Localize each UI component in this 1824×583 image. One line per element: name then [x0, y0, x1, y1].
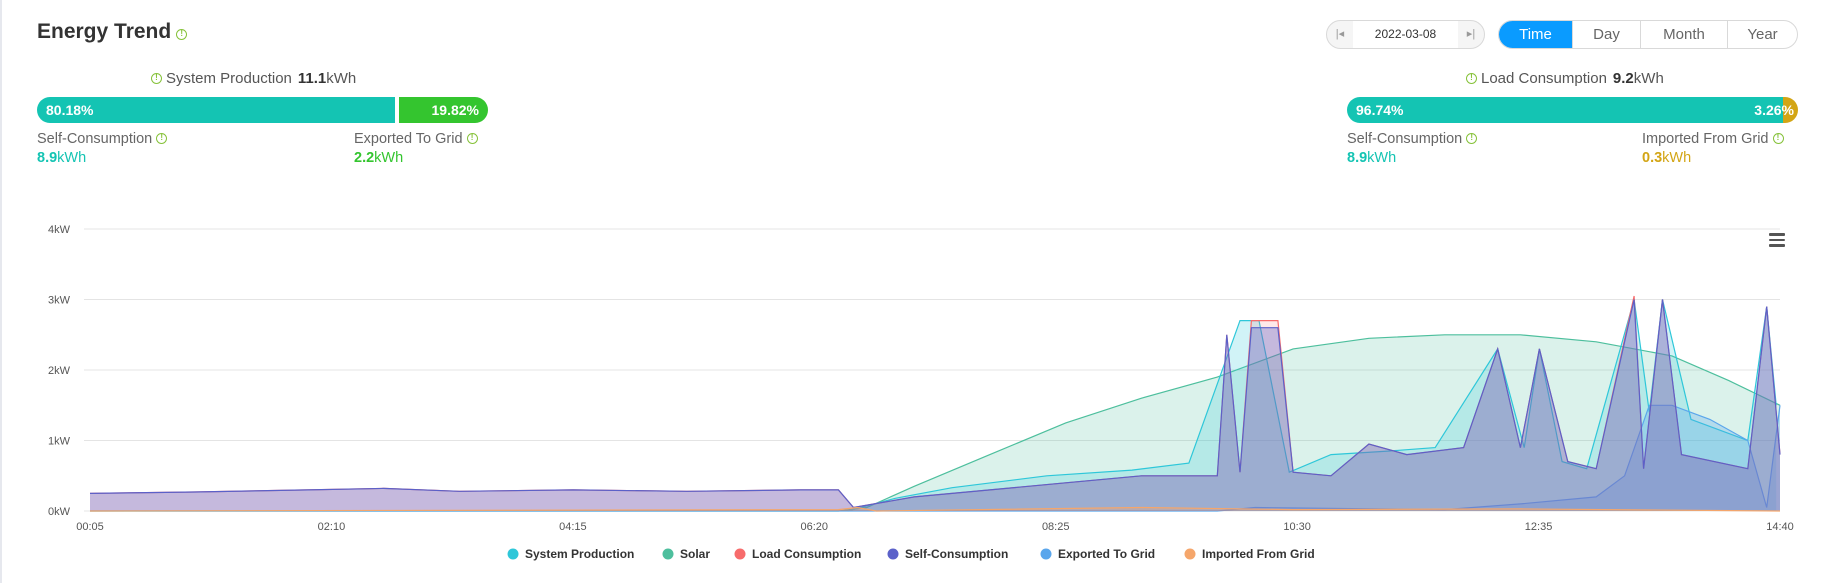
label-text: Self-Consumption: [1347, 131, 1463, 147]
tab-time[interactable]: Time: [1499, 21, 1572, 48]
production-title: ! System Production 11.1kWh: [151, 70, 356, 87]
x-tick-label: 06:20: [801, 521, 829, 533]
unit-text: kWh: [57, 150, 87, 166]
legend-marker: [662, 548, 674, 560]
chart-menu-icon[interactable]: [1769, 233, 1785, 247]
value-text: 8.9: [37, 150, 58, 166]
consumption-title: ! Load Consumption 9.2kWh: [1466, 70, 1664, 87]
legend-marker: [507, 548, 519, 560]
consumption-import-segment: 3.26%: [1754, 97, 1798, 123]
production-self-segment: 80.18%: [37, 97, 399, 123]
energy-trend-chart: 0kW 1kW 2kW 3kW 4kW 00:05 02:10 04:15 06:20 08:25…: [48, 224, 1794, 561]
legend-label: Load Consumption: [752, 547, 861, 561]
consumption-self-label: Self-Consumption!: [1347, 131, 1478, 147]
production-bar: 80.18% 19.82%: [37, 97, 488, 123]
production-self-label: Self-Consumption!: [37, 131, 168, 147]
unit-text: kWh: [1367, 150, 1397, 166]
label-text: Self-Consumption: [37, 131, 153, 147]
y-tick-label: 4kW: [48, 224, 71, 236]
info-icon[interactable]: !: [156, 132, 168, 144]
date-picker[interactable]: |◂ 2022-03-08 ▸|: [1326, 20, 1485, 49]
consumption-label: Load Consumption: [1481, 70, 1607, 87]
value-text: 8.9: [1347, 150, 1368, 166]
info-icon[interactable]: !: [176, 28, 188, 40]
y-tick-label: 3kW: [48, 295, 71, 307]
info-icon[interactable]: !: [1772, 132, 1784, 144]
info-icon[interactable]: !: [466, 132, 478, 144]
y-tick-label: 2kW: [48, 365, 71, 377]
x-tick-label: 08:25: [1042, 521, 1070, 533]
consumption-self-pct: 96.74%: [1356, 102, 1404, 118]
production-self-value: 8.9kWh: [37, 150, 86, 166]
info-icon[interactable]: !: [1466, 132, 1478, 144]
page-title: Energy Trend!: [37, 20, 188, 44]
export-value: 2.2kWh: [354, 150, 403, 166]
date-value[interactable]: 2022-03-08: [1353, 21, 1458, 48]
title-text: Energy Trend: [37, 20, 172, 43]
value-text: 2.2: [354, 150, 375, 166]
tab-day[interactable]: Day: [1572, 21, 1640, 48]
production-export-pct: 19.82%: [431, 102, 479, 118]
legend-marker: [1040, 548, 1052, 560]
prev-date-icon[interactable]: |◂: [1327, 21, 1353, 48]
label-text: Imported From Grid: [1642, 131, 1769, 147]
production-export-segment: 19.82%: [399, 97, 488, 123]
y-tick-label: 0kW: [48, 506, 71, 518]
production-total: 11.1: [297, 70, 327, 87]
tab-year[interactable]: Year: [1727, 21, 1797, 48]
x-tick-label: 12:35: [1525, 521, 1553, 533]
consumption-total: 9.2: [1612, 70, 1634, 87]
legend-marker: [1184, 548, 1196, 560]
legend-label: Imported From Grid: [1202, 547, 1315, 561]
legend-label: System Production: [525, 547, 634, 561]
consumption-self-segment: 96.74%: [1347, 97, 1783, 123]
production-self-pct: 80.18%: [46, 102, 94, 118]
label-text: Exported To Grid: [354, 131, 463, 147]
range-selector: Time Day Month Year: [1498, 20, 1798, 49]
info-icon[interactable]: !: [1466, 72, 1477, 84]
export-label: Exported To Grid!: [354, 131, 478, 147]
x-tick-label: 02:10: [318, 521, 346, 533]
unit-text: kWh: [374, 150, 404, 166]
production-label: System Production: [166, 70, 292, 87]
next-date-icon[interactable]: ▸|: [1458, 21, 1484, 48]
legend-label: Exported To Grid: [1058, 547, 1155, 561]
y-tick-label: 1kW: [48, 436, 71, 448]
x-tick-label: 14:40: [1766, 521, 1794, 533]
unit-text: kWh: [1662, 150, 1692, 166]
consumption-import-pct: 3.26%: [1754, 102, 1794, 118]
import-value: 0.3kWh: [1642, 150, 1691, 166]
value-text: 0.3: [1642, 150, 1663, 166]
consumption-bar: 96.74% 3.26%: [1347, 97, 1798, 123]
legend-label: Solar: [680, 547, 710, 561]
legend-marker: [887, 548, 899, 560]
legend-marker: [734, 548, 746, 560]
import-label: Imported From Grid!: [1642, 131, 1784, 147]
x-tick-label: 04:15: [559, 521, 587, 533]
tab-month[interactable]: Month: [1640, 21, 1727, 48]
consumption-self-value: 8.9kWh: [1347, 150, 1396, 166]
x-tick-label: 10:30: [1283, 521, 1311, 533]
x-tick-label: 00:05: [76, 521, 104, 533]
info-icon[interactable]: !: [151, 72, 162, 84]
legend-label: Self-Consumption: [905, 547, 1008, 561]
production-unit: kWh: [326, 70, 357, 87]
consumption-unit: kWh: [1633, 70, 1664, 87]
